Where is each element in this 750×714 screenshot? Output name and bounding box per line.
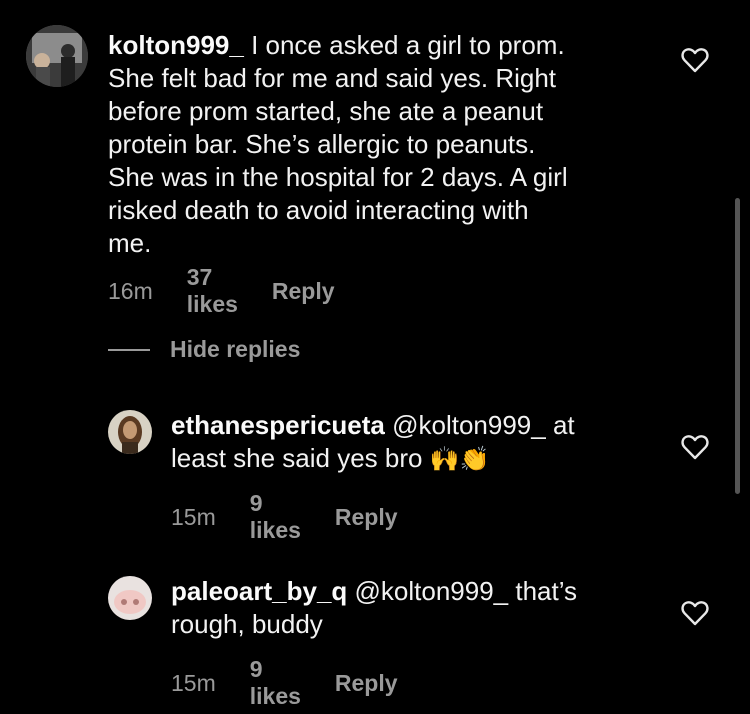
comment-text: I once asked a girl to prom. She felt ba… xyxy=(108,30,568,258)
avatar[interactable] xyxy=(108,576,152,620)
avatar-image xyxy=(26,25,88,87)
timestamp: 15m xyxy=(171,503,216,530)
hide-replies-button[interactable]: Hide replies xyxy=(108,336,300,363)
reply-button[interactable]: Reply xyxy=(272,278,335,305)
comment-meta: 16m 37 likes Reply xyxy=(108,264,335,318)
likes-count[interactable]: 37 likes xyxy=(187,264,238,318)
avatar[interactable] xyxy=(26,25,88,87)
username[interactable]: paleoart_by_q xyxy=(171,576,347,606)
heart-outline-icon[interactable] xyxy=(681,47,709,73)
comment-meta: 15m 9 likes Reply xyxy=(171,490,398,544)
scrollbar[interactable] xyxy=(735,198,740,494)
reply-button[interactable]: Reply xyxy=(335,670,398,697)
avatar[interactable] xyxy=(108,410,152,454)
emoji: 🙌👏 xyxy=(429,446,490,473)
comment-body: ethanespericueta @kolton999_ at least sh… xyxy=(171,409,651,476)
comment-meta: 15m 9 likes Reply xyxy=(171,656,398,710)
heart-outline-icon[interactable] xyxy=(681,600,709,626)
reply-button[interactable]: Reply xyxy=(335,504,398,531)
username[interactable]: kolton999_ xyxy=(108,30,244,60)
avatar-image xyxy=(108,576,152,620)
hide-replies-label: Hide replies xyxy=(170,336,301,362)
divider xyxy=(108,348,150,351)
likes-count[interactable]: 9 likes xyxy=(250,656,301,710)
heart-outline-icon[interactable] xyxy=(681,434,709,460)
comment-body: paleoart_by_q @kolton999_ that’s rough, … xyxy=(171,575,651,641)
comment-body: kolton999_ I once asked a girl to prom. … xyxy=(108,29,668,260)
username[interactable]: ethanespericueta xyxy=(171,410,385,440)
timestamp: 16m xyxy=(108,277,153,304)
avatar-image xyxy=(108,410,152,454)
likes-count[interactable]: 9 likes xyxy=(250,490,301,544)
timestamp: 15m xyxy=(171,669,216,696)
